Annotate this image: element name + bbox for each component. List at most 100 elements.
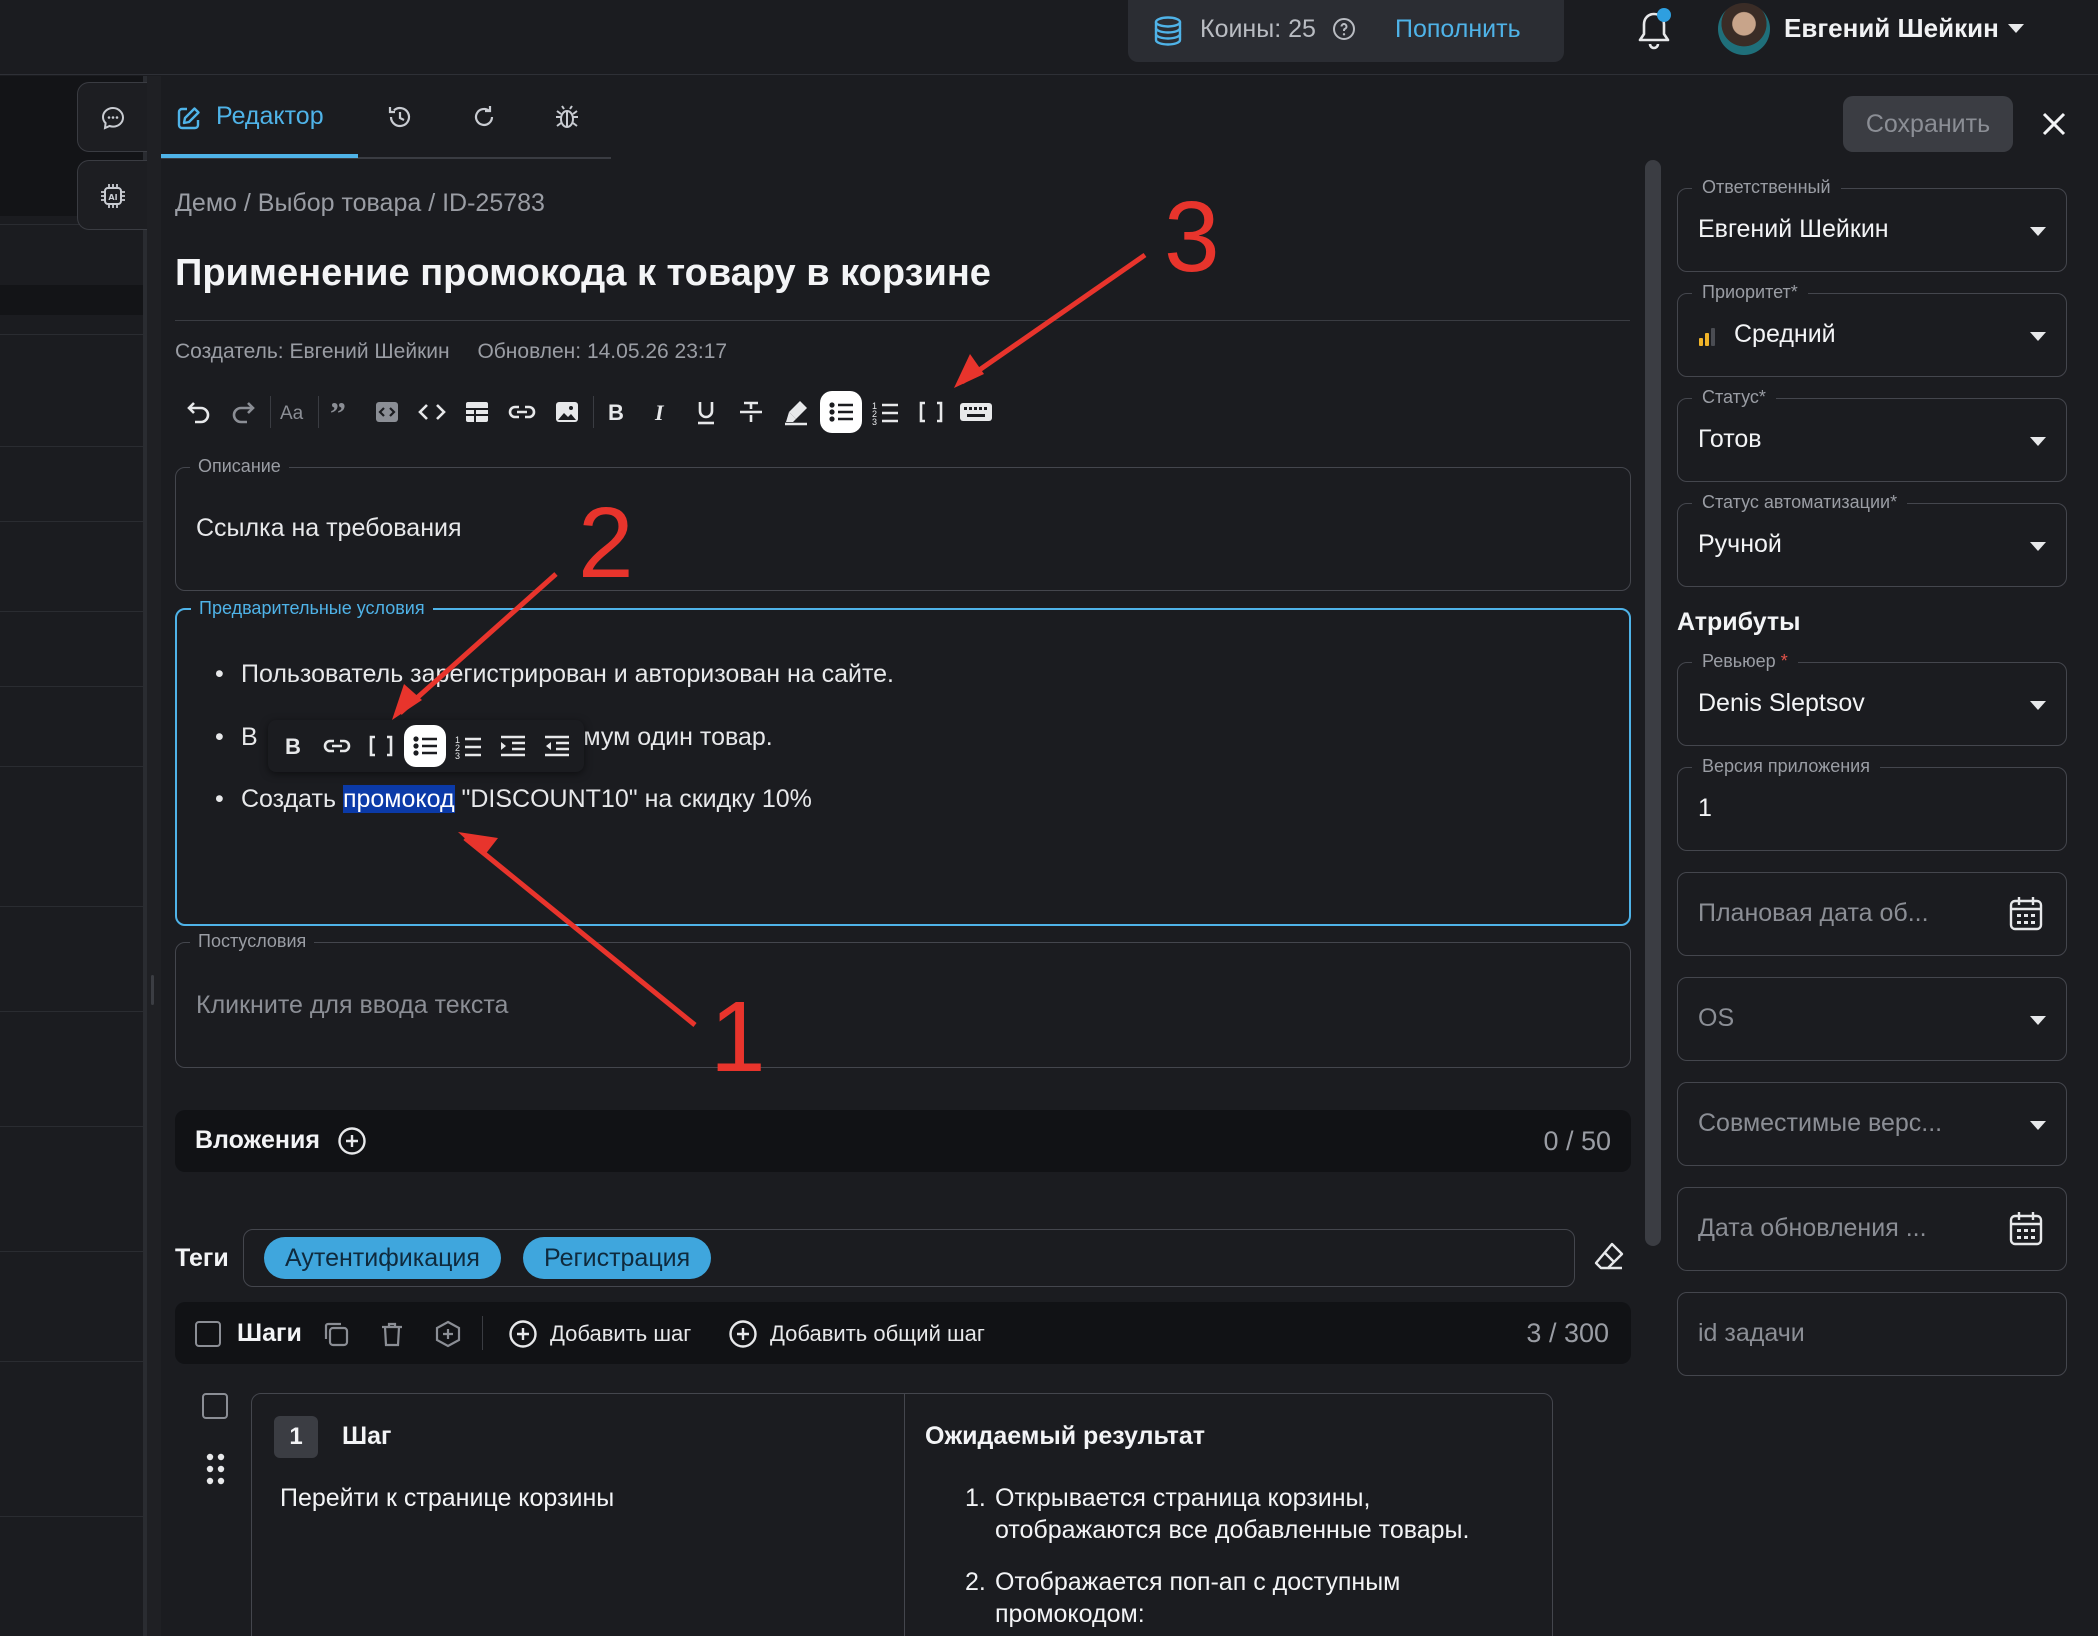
add-common-step-label: Добавить общий шаг	[770, 1321, 985, 1346]
reviewer-value: Denis Sleptsov	[1698, 689, 1865, 717]
compatible-versions-select[interactable]: Совместимые верс...	[1677, 1082, 2067, 1166]
task-id-placeholder: id задачи	[1698, 1319, 1805, 1347]
history-icon[interactable]	[386, 103, 414, 131]
table-icon[interactable]	[456, 388, 498, 436]
bullet-list-icon[interactable]	[820, 391, 862, 433]
add-attachment-icon[interactable]	[337, 1126, 367, 1156]
annotation-number: 1	[710, 981, 766, 1093]
add-step-button[interactable]: Добавить шаг	[508, 1319, 691, 1349]
assignee-legend: Ответственный	[1692, 177, 1841, 198]
left-panel-dark-strip	[0, 285, 145, 315]
postconditions-field[interactable]: Постусловия Кликните для ввода текста	[175, 931, 1631, 1068]
outdent-icon[interactable]	[536, 725, 578, 767]
title-divider	[175, 320, 1630, 321]
help-icon[interactable]	[1332, 17, 1356, 41]
resize-gutter[interactable]	[147, 76, 161, 1636]
automation-status-select[interactable]: Статус автоматизации* Ручной	[1677, 492, 2067, 587]
priority-value: Средний	[1734, 320, 1836, 348]
update-date-field[interactable]: Дата обновления ...	[1677, 1187, 2067, 1271]
link-icon[interactable]	[501, 388, 543, 436]
inline-brackets-icon[interactable]	[360, 725, 402, 767]
priority-select[interactable]: Приоритет* Средний	[1677, 282, 2067, 377]
calendar-icon[interactable]	[2008, 1210, 2044, 1248]
plus-circle-icon	[509, 1320, 537, 1348]
expected-result-list[interactable]: 1. Открывается страница корзины, отобража…	[965, 1482, 1525, 1636]
drag-handle-icon[interactable]	[205, 1452, 227, 1486]
add-common-step-button[interactable]: Добавить общий шаг	[728, 1319, 985, 1349]
page-title[interactable]: Применение промокода к товару в корзине	[175, 252, 991, 295]
inline-bullet-list-icon[interactable]	[404, 725, 446, 767]
undo-icon[interactable]	[178, 388, 220, 436]
precondition-item[interactable]: Создать промокод "DISCOUNT10" на скидку …	[215, 785, 812, 814]
tab-editor[interactable]: Редактор	[161, 96, 358, 160]
description-text[interactable]: Ссылка на требования	[196, 514, 462, 543]
top-up-link[interactable]: Пополнить	[1395, 15, 1521, 44]
inline-numbered-list-icon[interactable]: 123	[448, 725, 490, 767]
resize-handle[interactable]	[151, 975, 154, 1005]
user-menu-chevron-down-icon[interactable]	[2008, 24, 2024, 33]
status-select[interactable]: Статус* Готов	[1677, 387, 2067, 482]
indent-icon[interactable]	[492, 725, 534, 767]
eraser-icon[interactable]	[1592, 1240, 1626, 1274]
checklist-brackets-icon[interactable]	[910, 388, 952, 436]
add-to-shared-icon[interactable]	[433, 1319, 463, 1349]
inline-code-icon[interactable]	[411, 388, 453, 436]
keyboard-icon[interactable]	[955, 388, 997, 436]
task-id-field[interactable]: id задачи	[1677, 1292, 2067, 1376]
annotation-number: 3	[1164, 181, 1220, 293]
tag-chip[interactable]: Аутентификация	[264, 1237, 501, 1279]
assignee-select[interactable]: Ответственный Евгений Шейкин	[1677, 177, 2067, 272]
bold-icon[interactable]: B	[595, 388, 637, 436]
tags-input[interactable]: Аутентификация Регистрация	[243, 1229, 1575, 1287]
user-avatar[interactable]	[1718, 3, 1770, 55]
copy-icon[interactable]	[321, 1319, 351, 1349]
reviewer-legend: Ревьюер *	[1692, 651, 1798, 672]
highlighter-icon[interactable]	[775, 388, 817, 436]
coins-balance: Коины: 25	[1200, 15, 1316, 43]
refresh-icon[interactable]	[470, 103, 498, 131]
ai-tab-button[interactable]: AI	[77, 160, 147, 230]
select-all-steps-checkbox[interactable]	[195, 1321, 221, 1347]
inline-link-icon[interactable]	[316, 725, 358, 767]
code-block-icon[interactable]	[366, 388, 408, 436]
bug-icon[interactable]	[553, 103, 581, 131]
priority-legend: Приоритет*	[1692, 282, 1808, 303]
precondition-text-before: Создать	[241, 785, 343, 813]
font-size-icon[interactable]: Aa	[272, 388, 314, 436]
quote-icon[interactable]: ”	[321, 388, 363, 436]
step-text[interactable]: Перейти к странице корзины	[280, 1484, 614, 1513]
priority-bars-icon	[1698, 327, 1716, 347]
inline-bold-icon[interactable]: B	[272, 725, 314, 767]
planned-date-field[interactable]: Плановая дата об...	[1677, 872, 2067, 956]
close-icon[interactable]	[2040, 110, 2068, 138]
os-select[interactable]: OS	[1677, 977, 2067, 1061]
precondition-text-after: "DISCOUNT10" на скидку 10%	[454, 785, 812, 813]
tag-chip[interactable]: Регистрация	[523, 1237, 712, 1279]
svg-text:AI: AI	[108, 193, 117, 202]
precondition-item[interactable]: Пользователь зарегистрирован и авторизов…	[215, 660, 894, 689]
edit-icon	[175, 104, 203, 132]
redo-icon[interactable]	[222, 388, 264, 436]
app-version-field[interactable]: Версия приложения 1	[1677, 756, 2067, 851]
os-placeholder: OS	[1698, 1004, 1735, 1032]
postconditions-placeholder[interactable]: Кликните для ввода текста	[196, 991, 508, 1020]
chat-tab-button[interactable]	[77, 82, 147, 152]
italic-icon[interactable]: I	[640, 388, 682, 436]
main-scrollbar[interactable]	[1645, 160, 1661, 1246]
strikethrough-icon[interactable]	[730, 388, 772, 436]
underline-icon[interactable]	[685, 388, 727, 436]
numbered-list-icon[interactable]: 123	[865, 388, 907, 436]
status-value: Готов	[1698, 425, 1762, 453]
trash-icon[interactable]	[377, 1319, 407, 1349]
save-button[interactable]: Сохранить	[1843, 96, 2013, 152]
selected-text[interactable]: промокод	[342, 785, 455, 813]
description-field[interactable]: Описание Ссылка на требования	[175, 456, 1631, 591]
reviewer-select[interactable]: Ревьюер * Denis Sleptsov	[1677, 651, 2067, 746]
image-icon[interactable]	[546, 388, 588, 436]
calendar-icon[interactable]	[2008, 895, 2044, 933]
user-name[interactable]: Евгений Шейкин	[1784, 13, 1999, 44]
tags-label: Теги	[175, 1244, 229, 1272]
breadcrumb[interactable]: Демо / Выбор товара / ID-25783	[175, 189, 545, 218]
automation-status-legend: Статус автоматизации*	[1692, 492, 1908, 513]
step-checkbox[interactable]	[202, 1393, 228, 1419]
